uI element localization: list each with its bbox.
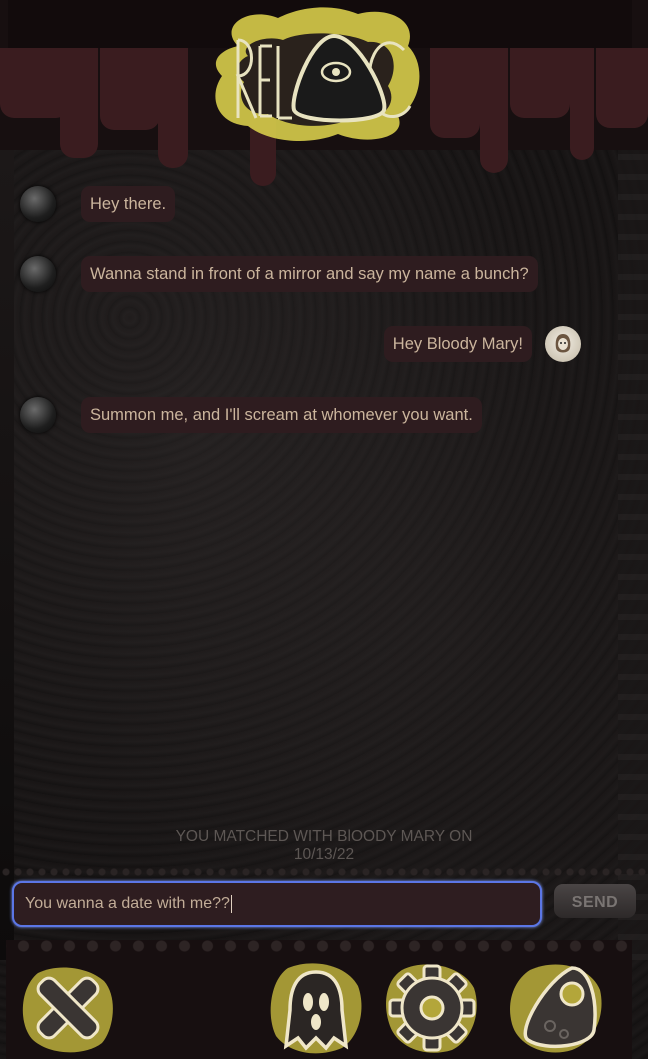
message-bubble: Hey Bloody Mary!: [383, 326, 532, 362]
blood-drip: [596, 48, 648, 128]
message-row: Summon me, and I'll scream at whomever y…: [20, 397, 482, 433]
text-caret: [230, 894, 232, 913]
blood-drip: [480, 48, 508, 173]
message-input[interactable]: You wanna a date with me??: [12, 881, 542, 927]
message-row: Hey there.: [20, 186, 176, 222]
blood-drip: [430, 48, 480, 138]
message-input-value: You wanna a date with me??: [25, 895, 230, 912]
message-bubble: Summon me, and I'll scream at whomever y…: [81, 397, 482, 433]
ghost-avatar[interactable]: [20, 256, 56, 292]
divider: [0, 866, 648, 878]
settings-gear-icon: [386, 964, 477, 1053]
send-button[interactable]: SEND: [554, 884, 636, 918]
planchette-icon: [510, 964, 602, 1053]
settings-button[interactable]: [382, 960, 482, 1056]
blood-drip: [60, 48, 98, 158]
ghost-bride-icon: [555, 334, 571, 353]
blood-drip: [100, 48, 160, 130]
planchette-button[interactable]: [506, 960, 606, 1056]
unmatch-button[interactable]: [18, 960, 118, 1056]
profile-button[interactable]: [266, 960, 366, 1056]
match-notice-line: YOU MATCHED WITH BlOODY MARY ON: [175, 828, 473, 845]
message-bubble: Hey there.: [81, 186, 176, 222]
nav-divider: [6, 940, 632, 952]
unmatch-x-icon: [22, 967, 113, 1053]
bottom-nav: [6, 940, 632, 1059]
ghost-profile-icon: [270, 963, 362, 1054]
message-row: Hey Bloody Mary!: [383, 326, 581, 362]
blood-drip: [158, 48, 188, 168]
match-notice: YOU MATCHED WITH BlOODY MARY ON 10/13/22: [0, 828, 648, 864]
blood-drip: [570, 48, 594, 160]
ghost-avatar[interactable]: [20, 186, 56, 222]
header: [0, 0, 648, 186]
blood-drip: [510, 48, 570, 118]
relic-logo: [215, 7, 420, 141]
match-date: 10/13/22: [293, 846, 355, 863]
message-row: Wanna stand in front of a mirror and say…: [20, 256, 538, 292]
ghost-avatar[interactable]: [20, 397, 56, 433]
user-avatar[interactable]: [545, 326, 581, 362]
message-bubble: Wanna stand in front of a mirror and say…: [81, 256, 538, 292]
